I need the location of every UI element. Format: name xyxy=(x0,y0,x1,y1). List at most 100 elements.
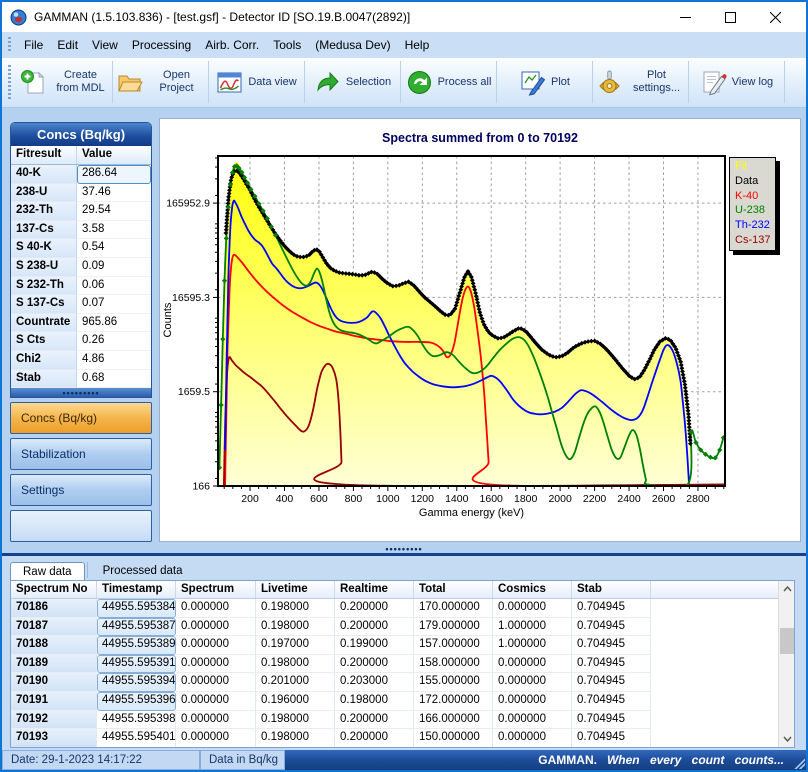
view-log-button[interactable]: View log xyxy=(689,61,785,103)
column-header-stab[interactable]: Stab xyxy=(572,581,651,598)
data-view-button[interactable]: Data view xyxy=(209,61,305,103)
column-header-value: Value xyxy=(77,146,117,164)
panel-title: Concs (Bq/kg) xyxy=(11,123,151,146)
scrollbar-thumb[interactable] xyxy=(780,628,794,654)
fitresult-value[interactable]: 4.86 xyxy=(77,351,151,370)
timestamp-cell: 44955.595398 xyxy=(97,711,176,730)
data-cell: 0.000000 xyxy=(176,673,256,692)
scroll-up-icon[interactable] xyxy=(779,581,795,597)
data-cell: 166.000000 xyxy=(414,711,493,730)
timestamp-cell[interactable]: 44955.595389 xyxy=(97,636,176,655)
scroll-down-icon[interactable] xyxy=(779,731,795,747)
tab-separator xyxy=(87,562,88,578)
table-row[interactable]: 7018844955.5953890.0000000.1970000.19900… xyxy=(11,636,794,655)
timestamp-cell[interactable]: 44955.595387 xyxy=(97,618,176,637)
menu-item-view[interactable]: View xyxy=(85,34,125,56)
column-header-total[interactable]: Total xyxy=(414,581,493,598)
data-cell: 0.704945 xyxy=(572,636,651,655)
minimize-button[interactable] xyxy=(663,3,708,31)
legend-item-fit: Fit xyxy=(735,159,770,174)
menu-item-processing[interactable]: Processing xyxy=(125,34,198,56)
fitresult-value[interactable]: 0.07 xyxy=(77,295,151,314)
table-row[interactable]: 7018744955.5953870.0000000.1980000.20000… xyxy=(11,618,794,637)
fitresult-value[interactable]: 0.54 xyxy=(77,239,151,258)
sidebar-nav-settings[interactable]: Settings xyxy=(10,474,152,506)
table-row[interactable]: 7018944955.5953910.0000000.1980000.20000… xyxy=(11,655,794,674)
data-cell: 0.000000 xyxy=(176,729,256,748)
svg-text:1800: 1800 xyxy=(514,493,538,505)
menu-item-file[interactable]: File xyxy=(17,34,50,56)
menu-bar: FileEditViewProcessingAirb. Corr.Tools(M… xyxy=(2,32,806,58)
svg-text:166: 166 xyxy=(192,481,210,493)
fitresult-label: Countrate xyxy=(11,314,77,333)
table-row[interactable]: 7019044955.5953940.0000000.2010000.20300… xyxy=(11,673,794,692)
resize-grip-icon[interactable] xyxy=(793,757,805,769)
spectrum-no-cell: 70186 xyxy=(11,599,97,618)
fitresult-value[interactable]: 0.26 xyxy=(77,332,151,351)
fitresult-value[interactable]: 0.68 xyxy=(77,370,151,389)
sidebar-nav-stabilization[interactable]: Stabilization xyxy=(10,438,152,470)
fitresult-value[interactable]: 29.54 xyxy=(77,202,151,221)
menu-grip-handle[interactable] xyxy=(8,37,11,53)
data-cell: 0.000000 xyxy=(493,692,572,711)
fitresult-label: S 137-Cs xyxy=(11,295,77,314)
table-row[interactable]: 7019244955.5953980.0000000.1980000.20000… xyxy=(11,711,794,730)
legend-item-u-238: U-238 xyxy=(735,203,770,218)
table-row[interactable]: 7019144955.5953960.0000000.1960000.19800… xyxy=(11,692,794,711)
timestamp-cell[interactable]: 44955.595394 xyxy=(97,673,176,692)
open-project-button[interactable]: Open Project xyxy=(113,61,209,103)
fitresult-value[interactable]: 286.64 xyxy=(77,165,151,184)
menu-item-tools[interactable]: Tools xyxy=(266,34,308,56)
menu-item-airbcorr[interactable]: Airb. Corr. xyxy=(198,34,266,56)
tab-processed-data[interactable]: Processed data xyxy=(90,561,196,580)
svg-text:400: 400 xyxy=(276,493,294,505)
fitresult-row: S 232-Th 0.06 xyxy=(11,277,151,296)
column-header-spectrum-no[interactable]: Spectrum No xyxy=(11,581,97,598)
create-from-mdl-button[interactable]: Create from MDL xyxy=(17,61,113,103)
fitresult-value[interactable]: 0.06 xyxy=(77,277,151,296)
fitresult-value[interactable]: 965.86 xyxy=(77,314,151,333)
data-cell: 0.198000 xyxy=(335,692,414,711)
fitresult-value[interactable]: 0.09 xyxy=(77,258,151,277)
horizontal-splitter[interactable]: ••••••••• xyxy=(2,544,806,553)
table-row[interactable]: 7019344955.5954010.0000000.1980000.20000… xyxy=(11,729,794,748)
timestamp-cell[interactable]: 44955.595384 xyxy=(97,599,176,618)
fitresult-value[interactable]: 37.46 xyxy=(77,184,151,203)
selection-button[interactable]: Selection xyxy=(305,61,401,103)
data-cell: 0.704945 xyxy=(572,618,651,637)
column-header-timestamp[interactable]: Timestamp xyxy=(97,581,176,598)
column-header-livetime[interactable]: Livetime xyxy=(256,581,335,598)
data-cell: 0.200000 xyxy=(335,711,414,730)
tab-raw-data[interactable]: Raw data xyxy=(10,562,85,581)
maximize-button[interactable] xyxy=(708,3,753,31)
sidebar-splitter[interactable]: ••••••••• xyxy=(11,388,151,397)
svg-text:165952.9: 165952.9 xyxy=(166,198,210,210)
plot-button[interactable]: Plot xyxy=(497,61,593,103)
timestamp-cell[interactable]: 44955.595391 xyxy=(97,655,176,674)
spectrum-chart[interactable]: 2004006008001000120014001600180020002200… xyxy=(160,119,800,541)
menu-item-medusadev[interactable]: (Medusa Dev) xyxy=(308,34,397,56)
column-header-realtime[interactable]: Realtime xyxy=(335,581,414,598)
sidebar-nav-concs-bq-kg[interactable]: Concs (Bq/kg) xyxy=(10,402,152,434)
data-cell: 0.200000 xyxy=(335,655,414,674)
toolbar-grip-handle[interactable] xyxy=(8,65,11,99)
vertical-scrollbar[interactable] xyxy=(778,581,794,747)
fitresult-value[interactable]: 3.58 xyxy=(77,221,151,240)
spectrum-no-cell: 70191 xyxy=(11,692,97,711)
timestamp-cell[interactable]: 44955.595396 xyxy=(97,692,176,711)
svg-text:1200: 1200 xyxy=(411,493,435,505)
plot-settings-button[interactable]: Plot settings... xyxy=(593,61,689,103)
data-cell: 1.000000 xyxy=(493,618,572,637)
menu-item-edit[interactable]: Edit xyxy=(50,34,85,56)
process-all-button[interactable]: Process all xyxy=(401,61,497,103)
data-cell: 170.000000 xyxy=(414,599,493,618)
status-units: Data in Bq/kg xyxy=(200,750,285,770)
column-header-cosmics[interactable]: Cosmics xyxy=(493,581,572,598)
fitresult-label: Chi2 xyxy=(11,351,77,370)
close-button[interactable] xyxy=(753,3,798,31)
fitresult-label: S Cts xyxy=(11,332,77,351)
menu-item-help[interactable]: Help xyxy=(398,34,437,56)
table-row[interactable]: 7018644955.5953840.0000000.1980000.20000… xyxy=(11,599,794,618)
column-header-spectrum[interactable]: Spectrum xyxy=(176,581,256,598)
data-cell: 0.197000 xyxy=(256,636,335,655)
